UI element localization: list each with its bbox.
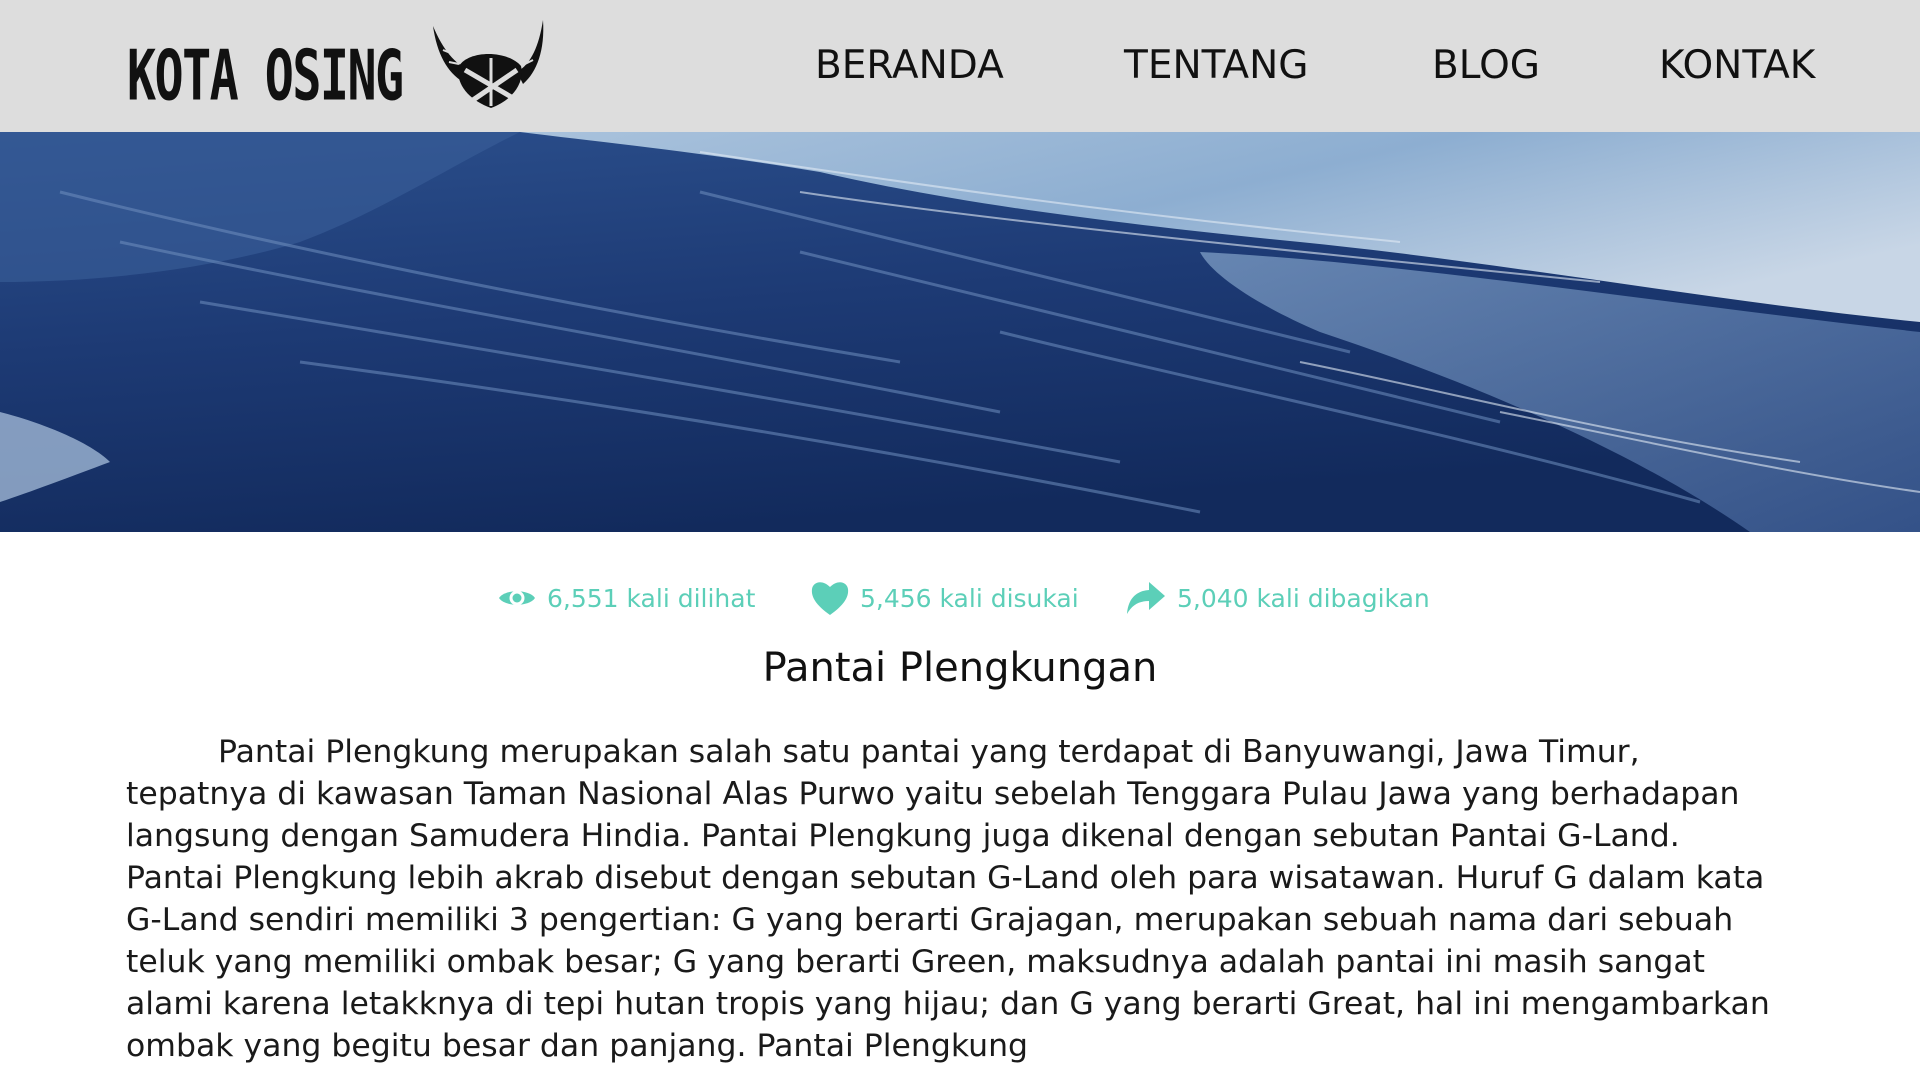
stat-views-text: 6,551 kali dilihat xyxy=(547,583,756,613)
nav-link-tentang[interactable]: TENTANG xyxy=(1124,42,1309,90)
stat-views: 6,551 kali dilihat xyxy=(497,574,755,622)
stat-shares[interactable]: 5,040 kali dibagikan xyxy=(1125,574,1430,622)
hero-wave-graphic xyxy=(0,132,1920,532)
hero-image-ocean-wave xyxy=(0,132,1920,532)
article-body: Pantai Plengkung merupakan salah satu pa… xyxy=(126,734,1770,1064)
article-title: Pantai Plengkungan xyxy=(762,645,1158,691)
heart-icon[interactable] xyxy=(810,579,850,617)
post-stats: 6,551 kali dilihat 5,456 kali disukai 5,… xyxy=(0,574,1920,622)
stat-shares-text: 5,040 kali dibagikan xyxy=(1177,583,1430,613)
nav-link-blog[interactable]: BLOG xyxy=(1432,42,1540,90)
stat-likes-text: 5,456 kali disukai xyxy=(860,583,1079,613)
nav-link-kontak[interactable]: KONTAK xyxy=(1659,42,1815,90)
stat-likes[interactable]: 5,456 kali disukai xyxy=(810,574,1079,622)
navbar: KOTA OSING BERANDA TENTANG BLOG KONTAK xyxy=(0,0,1920,132)
site-logo[interactable]: KOTA OSING xyxy=(127,20,544,117)
brand-name: KOTA OSING xyxy=(127,34,404,117)
osing-horns-mask-icon xyxy=(433,20,544,108)
share-arrow-icon[interactable] xyxy=(1125,580,1167,616)
eye-icon xyxy=(497,585,537,611)
nav-link-beranda[interactable]: BERANDA xyxy=(815,42,1004,90)
